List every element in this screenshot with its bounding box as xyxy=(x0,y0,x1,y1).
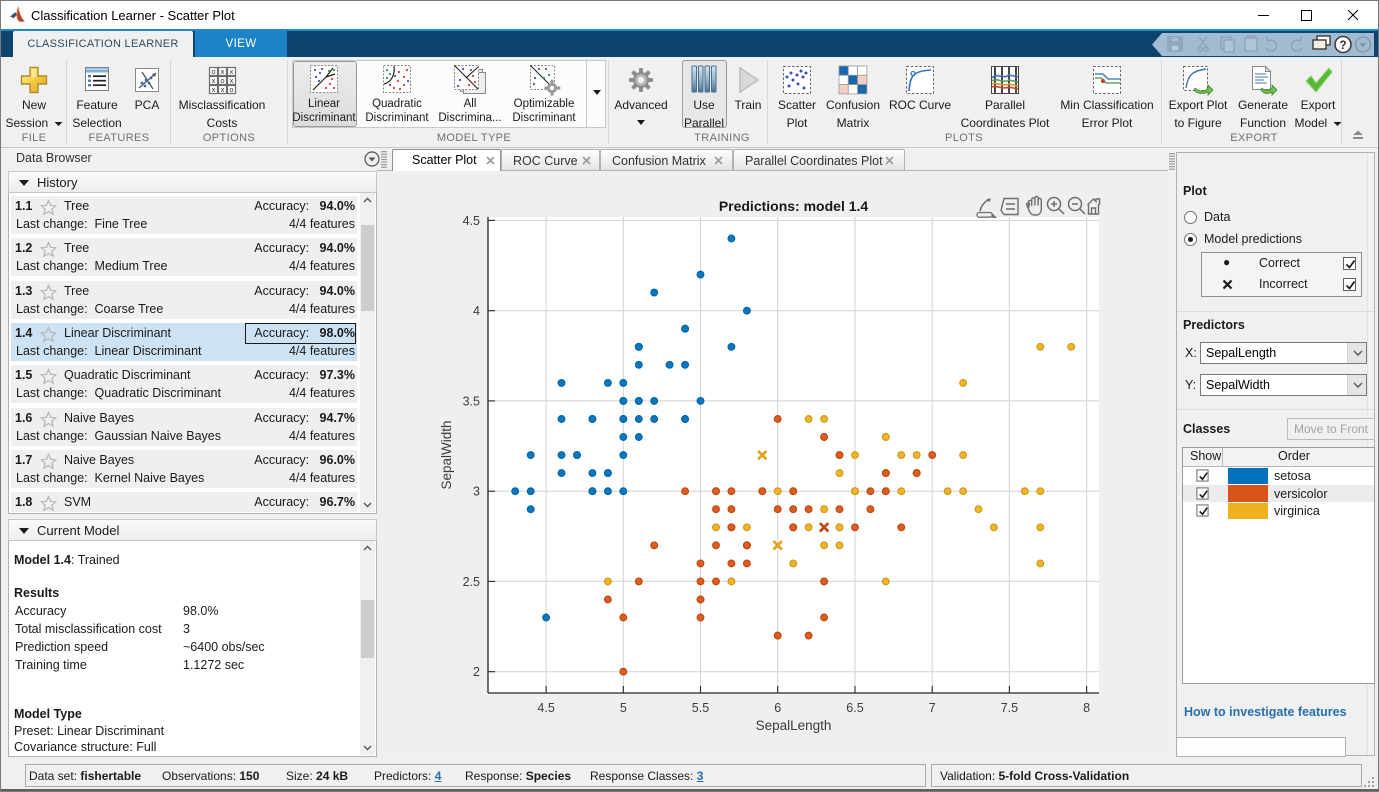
svg-text:5.5: 5.5 xyxy=(692,701,709,715)
svg-text:7: 7 xyxy=(929,701,936,715)
svg-text:6.5: 6.5 xyxy=(846,701,863,715)
svg-text:6: 6 xyxy=(774,701,781,715)
svg-text:SepalWidth: SepalWidth xyxy=(439,420,454,489)
svg-text:Predictions: model 1.4: Predictions: model 1.4 xyxy=(719,198,869,214)
svg-text:SepalLength: SepalLength xyxy=(756,718,832,733)
svg-text:8: 8 xyxy=(1083,701,1090,715)
svg-text:o: o xyxy=(220,76,224,85)
svg-text:5: 5 xyxy=(620,701,627,715)
svg-text:2.5: 2.5 xyxy=(463,575,480,589)
svg-text:o: o xyxy=(211,67,215,76)
svg-text:x: x xyxy=(230,76,234,85)
svg-text:7.5: 7.5 xyxy=(1001,701,1018,715)
svg-text:o: o xyxy=(229,85,233,94)
svg-text:x: x xyxy=(221,67,225,76)
svg-text:3.5: 3.5 xyxy=(463,394,480,408)
svg-text:4.5: 4.5 xyxy=(463,214,480,228)
svg-text:x: x xyxy=(212,85,216,94)
svg-text:3: 3 xyxy=(473,485,480,499)
svg-text:x: x xyxy=(230,67,234,76)
svg-text:4.5: 4.5 xyxy=(537,701,554,715)
svg-text:x: x xyxy=(221,85,225,94)
svg-text:4: 4 xyxy=(473,304,480,318)
svg-text:x: x xyxy=(212,76,216,85)
svg-text:2: 2 xyxy=(473,665,480,679)
svg-text:?: ? xyxy=(1339,40,1346,52)
